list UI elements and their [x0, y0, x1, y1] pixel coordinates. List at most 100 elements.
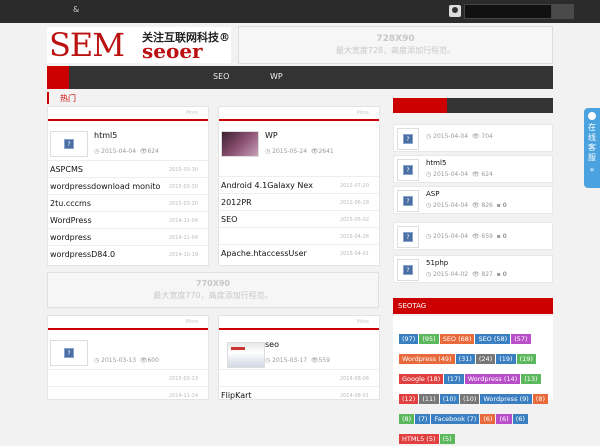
tag-link[interactable]: (10) — [460, 394, 480, 404]
post-thumbnail[interactable]: ? — [50, 131, 88, 157]
list-item-title[interactable]: ASPCMS — [50, 165, 162, 174]
tag-link[interactable]: Wordpress (49) — [399, 354, 455, 364]
tag-link[interactable]: (11) — [419, 394, 439, 404]
sidebar-post-title[interactable]: ASP — [426, 190, 439, 198]
list-item[interactable]: 2012PR 2012-06-28 — [219, 193, 379, 210]
sidebar-post-title[interactable]: 51php — [426, 259, 448, 267]
list-item[interactable]: SEO 2015-05-02 — [219, 210, 379, 227]
tag-link[interactable]: (17) — [444, 374, 464, 384]
tag-link[interactable]: (6) — [496, 414, 512, 424]
tag-link[interactable]: (5) — [439, 434, 455, 444]
list-item[interactable]: ASPCMS 2015-03-30 — [48, 160, 208, 177]
tag-link[interactable]: (31) — [455, 354, 475, 364]
list-item[interactable]: 2015-04-26 — [219, 227, 379, 244]
list-item-title[interactable]: wordpress — [50, 233, 162, 242]
nav-home[interactable] — [47, 66, 69, 89]
sidebar-post-views: 704 — [481, 133, 493, 140]
sidebar-post[interactable]: ? html5 ◷ 2015-04-04 👁 624 — [393, 155, 553, 183]
sidebar-thumbnail[interactable]: ? — [397, 226, 419, 248]
tag-link[interactable]: (95) — [419, 334, 439, 344]
list-item[interactable]: FlipKart 2014-08-01 — [219, 386, 379, 403]
post-thumbnail[interactable] — [221, 131, 259, 157]
post-card-1: More ? html5 ◷ 2015-04-04 👁624 ASPCMS 201… — [47, 106, 209, 266]
ad-banner-mid[interactable]: 770X90 最大宽度770，高度添加行程范。 — [47, 272, 379, 308]
tag-link[interactable]: (8) — [399, 414, 415, 424]
post-title[interactable]: WP — [265, 131, 278, 140]
list-item-title[interactable]: FlipKart — [221, 391, 333, 400]
list-item[interactable]: 2tu.cccms 2015-03-30 — [48, 194, 208, 211]
tag-link[interactable]: (6) — [480, 414, 496, 424]
sidebar-tab-active[interactable] — [393, 98, 447, 113]
nav-item-seo[interactable]: SEO — [213, 72, 229, 81]
list-item-title[interactable]: 2tu.cccms — [50, 199, 162, 208]
sidebar-post[interactable]: ? ◷ 2015-04-04 👁 659 ▪ 0 — [393, 222, 553, 250]
sidebar-thumbnail[interactable]: ? — [397, 259, 419, 281]
tag-link[interactable]: SEO (58) — [475, 334, 511, 344]
list-item[interactable]: wordpress 2014-11-04 — [48, 228, 208, 245]
tag-link[interactable]: (19) — [496, 354, 516, 364]
tag-link[interactable]: (7) — [415, 414, 431, 424]
logo-seoer: seoer — [142, 39, 203, 63]
list-item-title[interactable]: 2012PR — [221, 198, 333, 207]
list-item-title[interactable]: SEO — [221, 215, 333, 224]
sidebar-post[interactable]: ? ◷ 2015-04-04 👁 704 — [393, 124, 553, 152]
list-item-title[interactable]: wordpressD84.0 — [50, 250, 162, 259]
list-item-title[interactable]: Apache.htaccessUser — [221, 249, 333, 258]
ad-banner-top[interactable]: 728X90 最大宽度728，高度添加行程范。 — [238, 26, 553, 64]
search-button[interactable] — [552, 4, 574, 19]
placeholder-icon: ? — [64, 139, 74, 149]
list-item[interactable]: Apache.htaccessUser 2015-04-01 — [219, 244, 379, 261]
post-card-2: More WP ◷ 2015-05-24 👁2641 Android 4.1Ga… — [218, 106, 380, 266]
list-item[interactable]: WordPress 2014-11-04 — [48, 211, 208, 228]
more-link[interactable]: More — [186, 110, 198, 116]
list-item[interactable]: 2015-03-13 — [48, 369, 208, 386]
tag-link[interactable]: (12) — [399, 394, 419, 404]
online-service-button[interactable]: 在线客服 « — [584, 108, 600, 188]
user-icon[interactable] — [449, 5, 461, 17]
more-link[interactable]: More — [357, 319, 369, 325]
tag-link[interactable]: (19) — [516, 354, 536, 364]
sidebar-post-meta: ◷ 2015-04-04 👁 826 ▪ 0 — [426, 202, 507, 209]
tag-link[interactable]: Facebook (7) — [431, 414, 480, 424]
more-link[interactable]: More — [357, 110, 369, 116]
list-item[interactable]: wordpressD84.0 2014-10-19 — [48, 245, 208, 262]
list-item[interactable]: Android 4.1Galaxy Nex 2012-07-20 — [219, 176, 379, 193]
tag-link[interactable]: Google (18) — [399, 374, 444, 384]
post-date: 2015-03-13 — [101, 357, 137, 364]
sidebar-post[interactable]: ? 51php ◷ 2015-04-02 👁 827 ▪ 0 — [393, 255, 553, 283]
tag-link[interactable]: (8) — [532, 394, 549, 404]
sidebar-thumbnail[interactable]: ? — [397, 190, 419, 212]
sidebar-thumbnail[interactable]: ? — [397, 128, 419, 150]
post-title[interactable]: html5 — [94, 131, 117, 140]
sidebar-post[interactable]: ? ASP ◷ 2015-04-04 👁 826 ▪ 0 — [393, 186, 553, 214]
list-item[interactable]: 2014-08-06 — [219, 369, 379, 386]
tag-link[interactable]: (24) — [475, 354, 496, 364]
list-item-title[interactable]: Android 4.1Galaxy Nex — [221, 181, 333, 190]
top-bar-link[interactable]: & — [73, 5, 79, 14]
post-thumbnail[interactable]: ? — [50, 340, 88, 366]
sidebar-post-title[interactable]: html5 — [426, 159, 446, 167]
list-item-date: 2015-04-26 — [339, 234, 369, 240]
tag-link[interactable]: (6) — [512, 414, 528, 424]
post-thumbnail[interactable] — [227, 342, 265, 368]
tag-link[interactable]: SEO (68) — [439, 334, 475, 344]
tag-link[interactable]: (97) — [399, 334, 419, 344]
search-input[interactable] — [464, 4, 552, 19]
list-item[interactable]: 2014-11-14 — [48, 386, 208, 403]
list-item-title[interactable]: wordpressdownload monito — [50, 182, 162, 191]
tag-link[interactable]: Wordpress (9) — [480, 394, 532, 404]
post-title[interactable]: seo — [265, 340, 279, 349]
site-logo[interactable]: SEM 关注互联网科技® seoer — [47, 26, 231, 64]
list-item-title[interactable]: WordPress — [50, 216, 162, 225]
tag-link[interactable]: (10) — [439, 394, 460, 404]
tag-link[interactable]: Wordpress (14) — [464, 374, 521, 384]
more-link[interactable]: More — [186, 319, 198, 325]
tag-link[interactable]: (57) — [511, 334, 531, 344]
sidebar-post-meta: ◷ 2015-04-04 👁 659 ▪ 0 — [426, 233, 507, 240]
sidebar-thumbnail[interactable]: ? — [397, 159, 419, 181]
tag-link[interactable]: (13) — [521, 374, 541, 384]
nav-item-wp[interactable]: WP — [270, 72, 283, 81]
list-item[interactable]: wordpressdownload monito 2015-03-30 — [48, 177, 208, 194]
placeholder-icon: ? — [403, 196, 413, 206]
tag-link[interactable]: HTML5 (5) — [399, 434, 439, 444]
